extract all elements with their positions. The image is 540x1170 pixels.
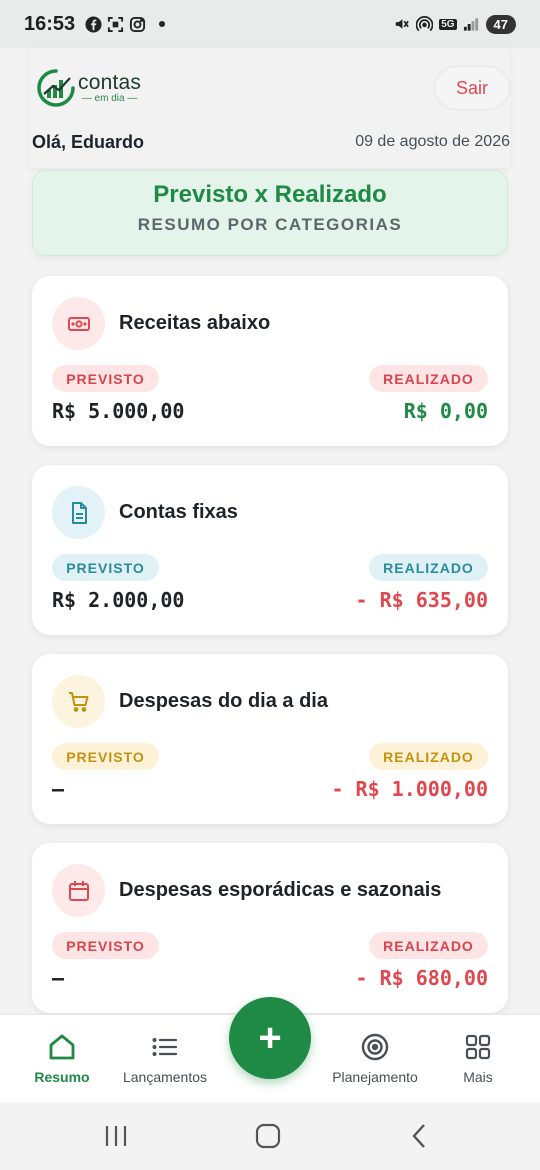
actual-badge: REALIZADO	[369, 365, 488, 392]
actual-badge: REALIZADO	[369, 554, 488, 581]
planned-value: R$ 5.000,00	[52, 399, 185, 423]
category-card-receitas[interactable]: Receitas abaixo PREVISTO REALIZADO R$ 5.…	[32, 276, 508, 446]
current-date: 09 de agosto de 2026	[355, 133, 510, 150]
status-bar: 16:53 5G 47	[0, 0, 540, 48]
app-header: contas — em dia — Sair Olá, Eduardo 09 d…	[30, 48, 510, 168]
planned-badge: PREVISTO	[52, 554, 159, 581]
mute-icon	[393, 16, 410, 33]
greeting-text: Olá, Eduardo	[32, 132, 145, 152]
category-card-esporadicas[interactable]: Despesas esporádicas e sazonais PREVISTO…	[32, 843, 508, 1013]
facebook-icon	[85, 15, 102, 33]
actual-value: - R$ 1.000,00	[331, 777, 488, 801]
list-icon	[152, 1037, 178, 1057]
recent-apps-icon[interactable]	[103, 1123, 129, 1149]
planned-value: —	[52, 966, 65, 990]
logout-button[interactable]: Sair	[434, 66, 510, 110]
planned-value: R$ 2.000,00	[52, 588, 185, 612]
planned-badge: PREVISTO	[52, 932, 159, 959]
back-icon[interactable]	[407, 1123, 433, 1149]
category-card-contas-fixas[interactable]: Contas fixas PREVISTO REALIZADO R$ 2.000…	[32, 465, 508, 635]
logo-text-sub: — em dia —	[81, 93, 138, 104]
status-notification-icons	[85, 15, 166, 33]
actual-value: - R$ 635,00	[355, 588, 488, 612]
actual-badge: REALIZADO	[369, 932, 488, 959]
notification-dot-icon	[159, 21, 166, 27]
nav-label: Planejamento	[332, 1069, 418, 1085]
battery-indicator: 47	[485, 14, 516, 34]
nav-label: Lançamentos	[122, 1069, 208, 1085]
nav-item-lancamentos[interactable]: Lançamentos	[115, 1015, 215, 1103]
category-title: Despesas esporádicas e sazonais	[119, 879, 442, 901]
actual-value: - R$ 680,00	[355, 966, 488, 990]
planned-badge: PREVISTO	[52, 743, 159, 770]
logo-text-main: contas	[78, 71, 142, 94]
nav-label: Resumo	[34, 1069, 90, 1085]
money-icon	[52, 297, 105, 350]
cart-icon	[52, 675, 105, 728]
app-logo: contas — em dia —	[36, 68, 141, 108]
logo-chart-icon	[37, 69, 75, 107]
category-card-dia-a-dia[interactable]: Despesas do dia a dia PREVISTO REALIZADO…	[32, 654, 508, 824]
category-title: Receitas abaixo	[119, 312, 271, 334]
nav-label: Mais	[463, 1069, 493, 1085]
target-icon	[361, 1033, 389, 1061]
status-system-icons: 5G 47	[393, 14, 516, 34]
hotspot-icon	[416, 16, 434, 33]
document-icon	[52, 486, 105, 539]
summary-banner: Previsto x Realizado RESUMO POR CATEGORI…	[32, 170, 508, 256]
actual-value: R$ 0,00	[403, 399, 488, 423]
category-title: Contas fixas	[119, 501, 238, 523]
actual-badge: REALIZADO	[369, 743, 488, 770]
status-time: 16:53	[24, 12, 76, 35]
calendar-icon	[52, 864, 105, 917]
grid-icon	[465, 1034, 491, 1060]
network-type-label: 5G	[439, 18, 457, 30]
planned-badge: PREVISTO	[52, 365, 159, 392]
home-button-icon[interactable]	[255, 1123, 281, 1149]
nav-item-mais[interactable]: Mais	[448, 1015, 508, 1103]
planned-value: —	[52, 777, 65, 801]
home-icon	[49, 1034, 75, 1060]
category-title: Despesas do dia a dia	[119, 690, 328, 712]
signal-icon	[463, 16, 480, 33]
screenshot-icon	[107, 16, 124, 33]
system-navigation-bar	[0, 1103, 540, 1170]
add-entry-button[interactable]: +	[229, 997, 311, 1079]
nav-item-resumo[interactable]: Resumo	[22, 1015, 102, 1103]
nav-item-planejamento[interactable]: Planejamento	[322, 1015, 428, 1103]
instagram-icon	[129, 16, 146, 33]
summary-subtitle: RESUMO POR CATEGORIAS	[137, 215, 403, 234]
summary-title: Previsto x Realizado	[153, 181, 387, 208]
